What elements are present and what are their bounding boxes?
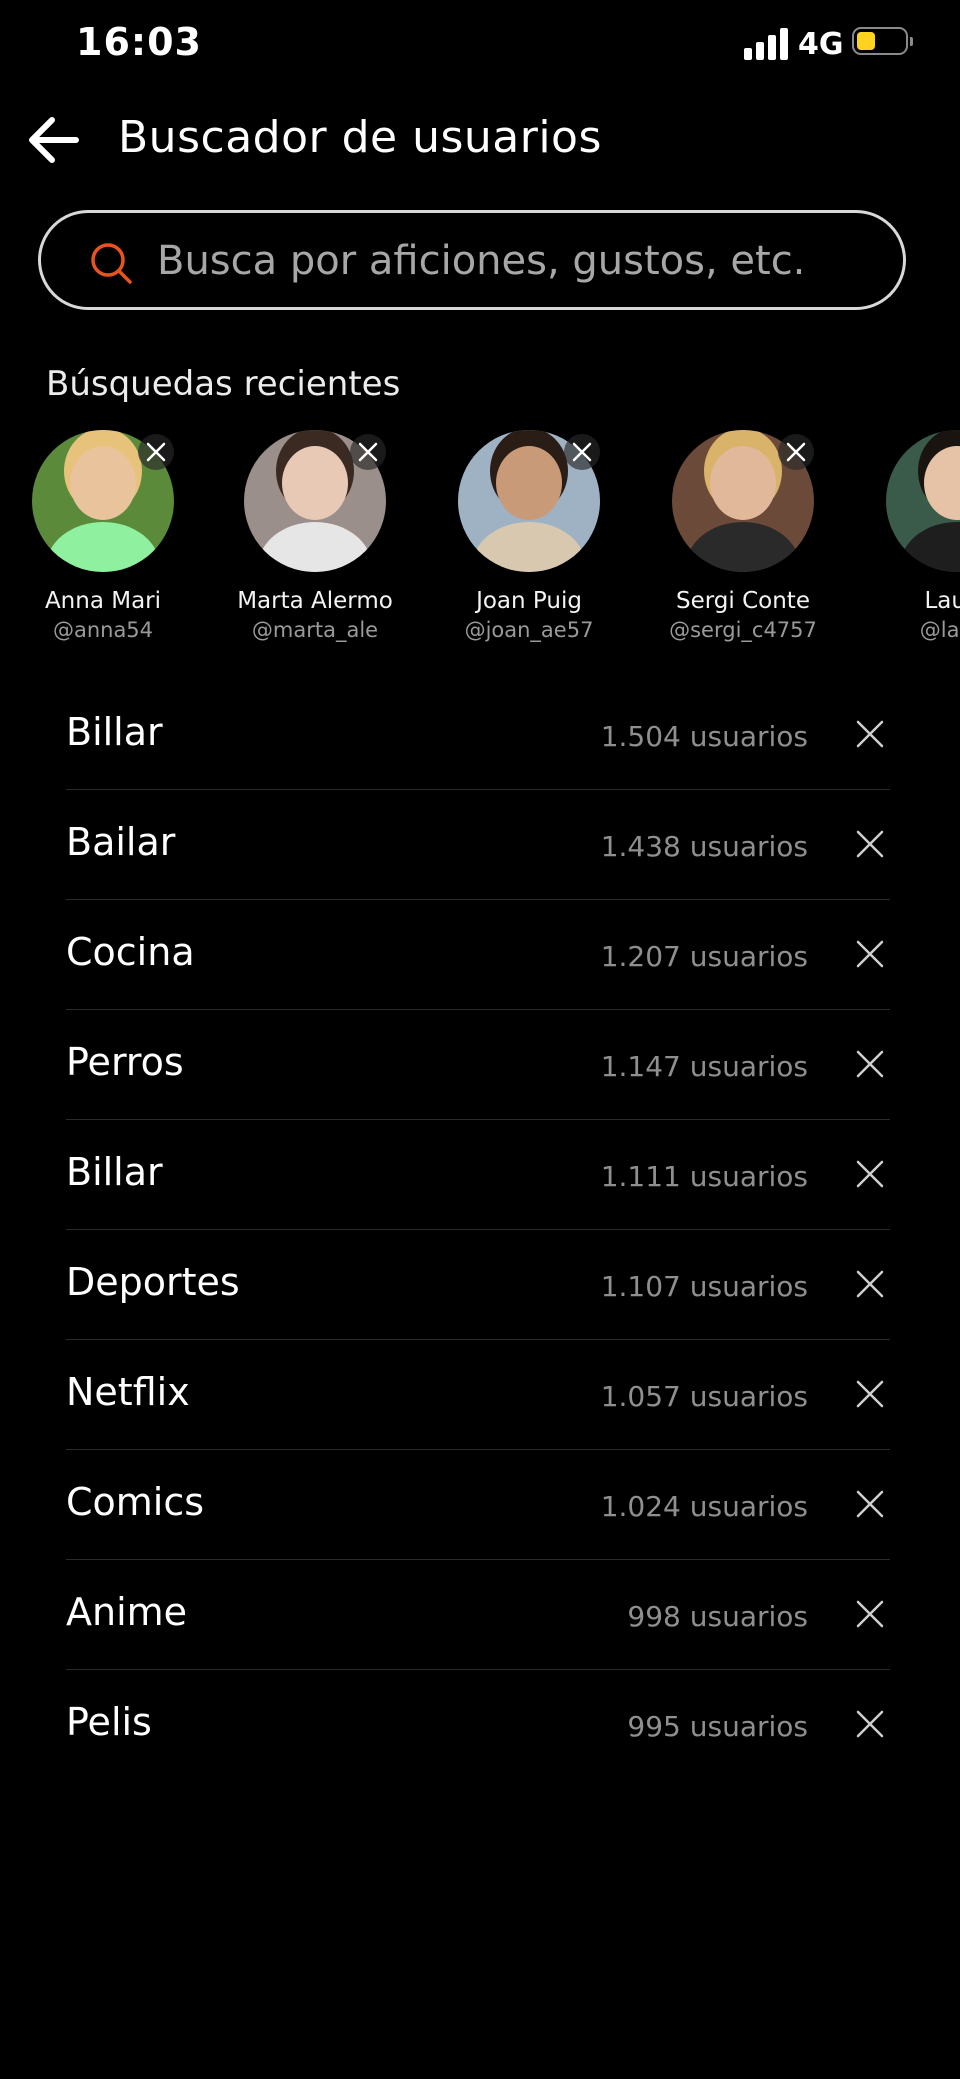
- interest-user-count: 1.147 usuarios: [600, 1050, 808, 1083]
- interest-name: Anime: [66, 1590, 188, 1634]
- remove-interest-button[interactable]: [852, 826, 888, 862]
- recent-user-handle: @laura: [919, 618, 960, 642]
- close-icon: [856, 940, 884, 968]
- recent-user-handle: @sergi_c4757: [669, 618, 817, 642]
- interest-row[interactable]: Billar 1.504 usuarios: [0, 680, 960, 790]
- close-icon: [856, 720, 884, 748]
- close-icon: [856, 1600, 884, 1628]
- interest-row[interactable]: Comics 1.024 usuarios: [0, 1450, 960, 1560]
- remove-recent-user-button[interactable]: [564, 434, 600, 470]
- recent-user-card[interactable]: Anna Mari @anna54: [0, 428, 210, 660]
- close-icon: [786, 442, 806, 462]
- remove-interest-button[interactable]: [852, 1486, 888, 1522]
- interest-row[interactable]: Bailar 1.438 usuarios: [0, 790, 960, 900]
- interest-user-count: 1.438 usuarios: [600, 830, 808, 863]
- interest-name: Netflix: [66, 1370, 190, 1414]
- search-box[interactable]: [38, 210, 906, 310]
- interest-row[interactable]: Perros 1.147 usuarios: [0, 1010, 960, 1120]
- interest-name: Deportes: [66, 1260, 240, 1304]
- remove-recent-user-button[interactable]: [350, 434, 386, 470]
- close-icon: [856, 830, 884, 858]
- interest-name: Pelis: [66, 1700, 152, 1744]
- close-icon: [856, 1710, 884, 1738]
- interest-name: Comics: [66, 1480, 205, 1524]
- close-icon: [572, 442, 592, 462]
- search-input[interactable]: [155, 213, 879, 309]
- back-button[interactable]: [24, 110, 84, 170]
- interest-name: Bailar: [66, 820, 176, 864]
- signal-icon: [744, 28, 788, 60]
- close-icon: [856, 1160, 884, 1188]
- interest-name: Cocina: [66, 930, 195, 974]
- close-icon: [856, 1380, 884, 1408]
- interest-user-count: 1.111 usuarios: [600, 1160, 808, 1193]
- interest-user-count: 998 usuarios: [627, 1600, 808, 1633]
- status-time: 16:03: [76, 20, 202, 64]
- network-label: 4G: [798, 27, 844, 62]
- recent-user-name: Marta Alermo: [237, 588, 393, 614]
- interest-user-count: 995 usuarios: [627, 1710, 808, 1743]
- remove-interest-button[interactable]: [852, 1706, 888, 1742]
- interest-row[interactable]: Deportes 1.107 usuarios: [0, 1230, 960, 1340]
- recent-user-card[interactable]: Joan Puig @joan_ae57: [422, 428, 636, 660]
- recent-user-card[interactable]: Laura @laura: [850, 428, 960, 660]
- recent-user-name: Laura: [924, 588, 960, 614]
- remove-interest-button[interactable]: [852, 1266, 888, 1302]
- recent-user-name: Joan Puig: [476, 588, 582, 614]
- recent-user-name: Anna Mari: [44, 588, 162, 614]
- remove-interest-button[interactable]: [852, 1156, 888, 1192]
- close-icon: [856, 1050, 884, 1078]
- interest-user-count: 1.057 usuarios: [600, 1380, 808, 1413]
- recent-user-handle: @marta_ale: [251, 618, 379, 642]
- arrow-left-icon: [29, 117, 79, 163]
- close-icon: [146, 442, 166, 462]
- recent-users-row: Anna Mari @anna54 Marta Alermo @marta_ale Jo…: [0, 428, 960, 660]
- avatar: [886, 430, 960, 572]
- interest-row[interactable]: Billar 1.111 usuarios: [0, 1120, 960, 1230]
- interest-row[interactable]: Cocina 1.207 usuarios: [0, 900, 960, 1010]
- recent-user-handle: @anna54: [52, 618, 154, 642]
- remove-recent-user-button[interactable]: [138, 434, 174, 470]
- search-icon: [91, 243, 132, 284]
- remove-interest-button[interactable]: [852, 936, 888, 972]
- remove-interest-button[interactable]: [852, 1046, 888, 1082]
- interest-user-count: 1.504 usuarios: [600, 720, 808, 753]
- interest-row[interactable]: Pelis 995 usuarios: [0, 1670, 960, 1780]
- interest-name: Billar: [66, 1150, 163, 1194]
- page-title: Buscador de usuarios: [118, 112, 602, 163]
- status-bar: 16:03 4G: [0, 0, 960, 90]
- interest-user-count: 1.024 usuarios: [600, 1490, 808, 1523]
- remove-interest-button[interactable]: [852, 1596, 888, 1632]
- close-icon: [856, 1490, 884, 1518]
- battery-icon: [852, 27, 913, 55]
- interest-row[interactable]: Netflix 1.057 usuarios: [0, 1340, 960, 1450]
- recent-user-handle: @joan_ae57: [464, 618, 594, 642]
- recent-searches-heading: Búsquedas recientes: [46, 364, 401, 404]
- remove-recent-user-button[interactable]: [778, 434, 814, 470]
- interest-user-count: 1.207 usuarios: [600, 940, 808, 973]
- remove-interest-button[interactable]: [852, 716, 888, 752]
- interest-list: Billar 1.504 usuarios Bailar 1.438 usuarios…: [0, 680, 960, 1780]
- remove-interest-button[interactable]: [852, 1376, 888, 1412]
- recent-user-name: Sergi Conte: [676, 588, 810, 614]
- interest-name: Billar: [66, 710, 163, 754]
- close-icon: [856, 1270, 884, 1298]
- interest-user-count: 1.107 usuarios: [600, 1270, 808, 1303]
- battery-fill: [857, 32, 875, 50]
- recent-user-card[interactable]: Marta Alermo @marta_ale: [208, 428, 422, 660]
- interest-name: Perros: [66, 1040, 184, 1084]
- close-icon: [358, 442, 378, 462]
- interest-row[interactable]: Anime 998 usuarios: [0, 1560, 960, 1670]
- recent-user-card[interactable]: Sergi Conte @sergi_c4757: [636, 428, 850, 660]
